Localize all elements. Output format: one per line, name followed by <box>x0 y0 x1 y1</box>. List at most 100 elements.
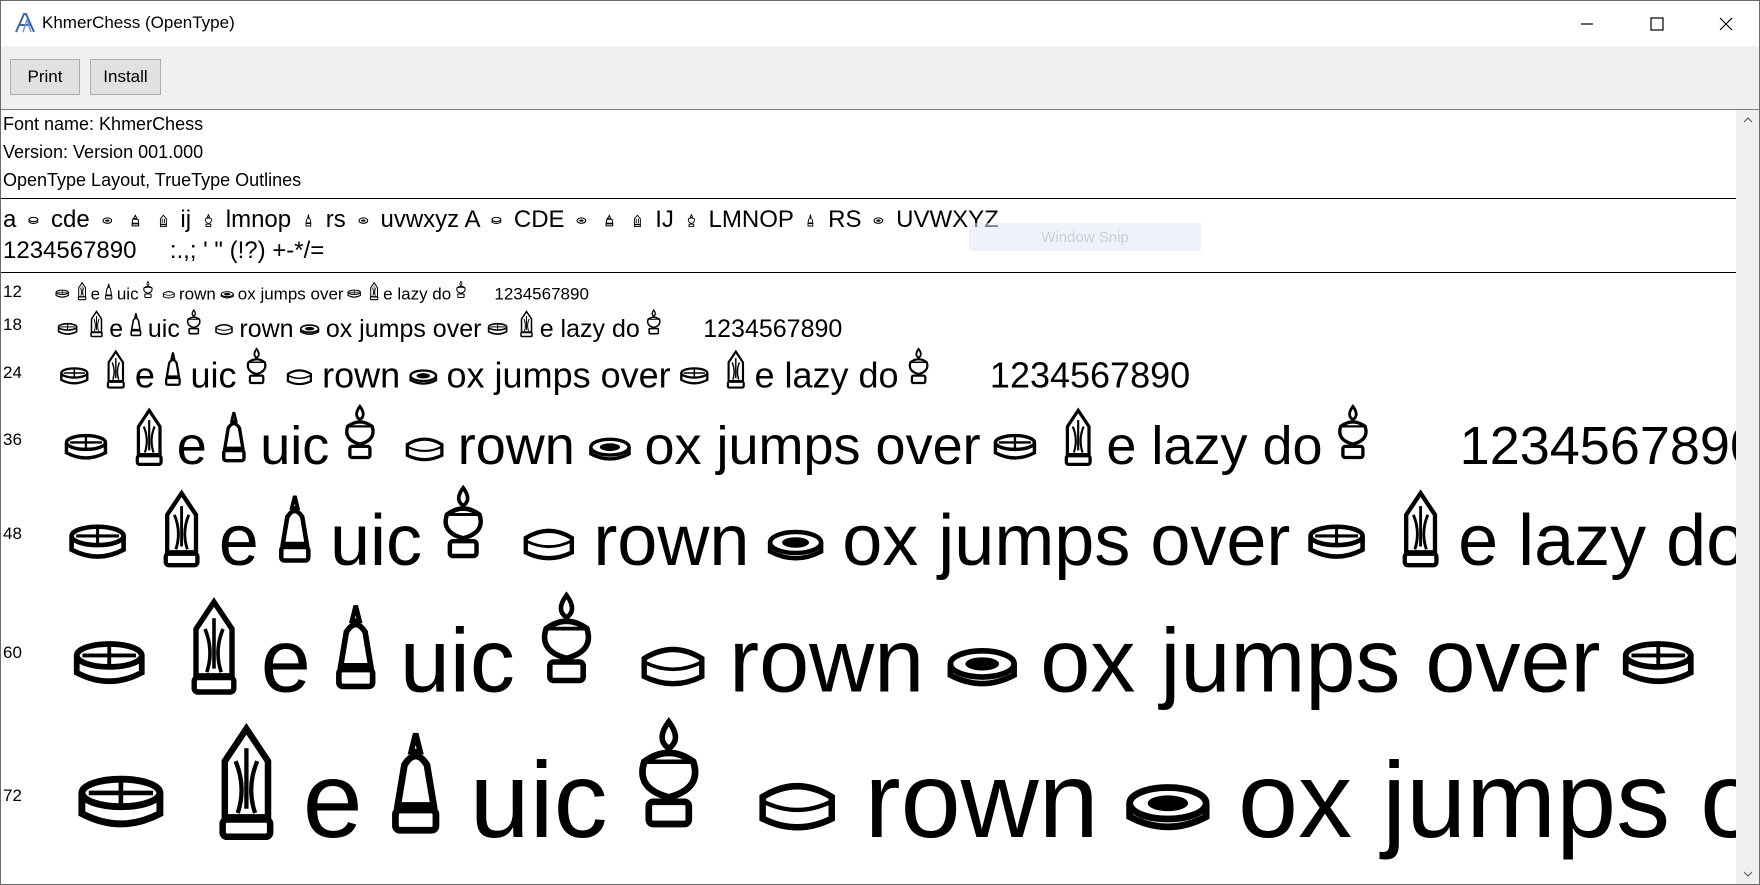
piece-glyph-icon <box>358 214 369 227</box>
piece-glyph-icon <box>160 486 203 572</box>
piece-glyph-icon <box>55 289 69 299</box>
sample-text: rown <box>457 416 575 477</box>
piece-glyph-icon <box>303 214 314 227</box>
piece-glyph-icon <box>386 729 445 837</box>
piece-glyph-icon <box>104 283 113 300</box>
size-label: 12 <box>3 282 22 301</box>
size-label: 18 <box>3 315 22 334</box>
piece-glyph-icon <box>1334 402 1372 464</box>
piece-glyph-icon <box>519 309 534 339</box>
piece-glyph-icon <box>67 522 128 565</box>
piece-glyph-icon <box>632 214 643 227</box>
print-button[interactable]: Print <box>10 59 80 95</box>
piece-glyph-icon <box>158 214 169 227</box>
charset-text: ij <box>180 206 192 233</box>
piece-glyph-icon <box>1306 522 1367 565</box>
charset-text: CDE <box>513 206 565 233</box>
piece-glyph-icon <box>906 346 931 387</box>
sample-text: ox jumps over <box>1238 739 1736 861</box>
piece-glyph-icon <box>244 346 269 387</box>
piece-glyph-icon <box>805 214 816 227</box>
piece-glyph-icon <box>403 431 446 464</box>
sample-text: e <box>109 314 124 343</box>
sample-text: uic <box>116 284 139 304</box>
sample-row: euicrownox jumps overe lazy do1234567890 <box>51 346 1190 393</box>
piece-glyph-icon <box>59 366 90 388</box>
sample-text: uic <box>399 611 515 712</box>
sample-text: rown <box>729 611 925 712</box>
piece-glyph-icon <box>408 369 439 387</box>
sample-row: euicrownox jumps overe lazy do1234567890 <box>51 280 589 303</box>
size-label: 48 <box>3 524 22 543</box>
piece-glyph-icon <box>369 281 379 301</box>
scroll-up-button[interactable] <box>1736 110 1759 130</box>
piece-glyph-icon <box>631 713 707 837</box>
sample-text: e <box>176 416 207 477</box>
minimize-button[interactable] <box>1552 1 1622 46</box>
piece-glyph-icon <box>203 213 214 227</box>
charset-text: IJ <box>655 206 674 233</box>
font-preview-area: Font name: KhmerChess Version: Version 0… <box>1 110 1736 884</box>
charset-line-2: 1234567890 :.,; ' " (!?) +-*/= <box>3 237 325 264</box>
title-bar: KhmerChess (OpenType) <box>1 1 1759 46</box>
sample-text: ox jumps over <box>237 284 344 304</box>
piece-glyph-icon <box>679 366 710 388</box>
piece-glyph-icon <box>214 321 234 337</box>
scroll-down-button[interactable] <box>1736 864 1759 884</box>
piece-glyph-icon <box>520 520 578 565</box>
charset-text: cde <box>51 206 90 233</box>
size-label: 36 <box>3 430 22 449</box>
piece-glyph-icon <box>130 214 141 227</box>
piece-glyph-icon <box>341 402 379 464</box>
minimize-icon <box>1581 22 1593 25</box>
sample-text: uic <box>469 739 608 861</box>
piece-glyph-icon <box>299 324 320 337</box>
sample-text: e lazy do <box>1458 500 1736 581</box>
piece-glyph-icon <box>71 638 148 692</box>
piece-glyph-icon <box>77 281 87 301</box>
install-button[interactable]: Install <box>90 59 161 95</box>
charset-text: lmnop <box>225 206 292 233</box>
scroll-down-icon <box>1743 871 1752 877</box>
font-viewer-window: KhmerChess (OpenType) Print Install Font… <box>0 0 1760 885</box>
close-icon <box>1719 17 1733 30</box>
sample-row: euicrownox jumps overe lazy do1234567890 <box>51 588 1736 707</box>
piece-glyph-icon <box>944 647 1021 692</box>
piece-glyph-icon <box>587 437 633 464</box>
sample-text: e lazy do <box>754 354 899 396</box>
piece-glyph-icon <box>102 214 113 227</box>
piece-glyph-icon <box>455 280 467 300</box>
piece-glyph-icon <box>142 280 154 300</box>
charset-text: rs <box>325 206 346 233</box>
size-label: 72 <box>3 786 22 805</box>
sample-text: rown <box>593 500 750 581</box>
piece-glyph-icon <box>185 308 203 337</box>
sample-text: uic <box>260 416 330 477</box>
charset-text: uvwxyz A <box>380 206 480 233</box>
sample-text: 1234567890 <box>1459 416 1736 477</box>
scroll-up-icon <box>1743 117 1752 123</box>
piece-glyph-icon <box>133 405 165 470</box>
sample-text: ox jumps over <box>446 354 671 396</box>
piece-glyph-icon <box>576 214 587 227</box>
font-name-text: Font name: KhmerChess <box>3 114 204 134</box>
piece-glyph-icon <box>438 482 488 565</box>
divider <box>1 198 1736 199</box>
maximize-button[interactable] <box>1622 1 1692 46</box>
size-label: 24 <box>3 363 22 382</box>
sample-text: e <box>90 284 101 304</box>
sample-text: rown <box>322 354 401 396</box>
piece-glyph-icon <box>57 322 78 337</box>
toolbar: Print Install <box>1 46 1759 110</box>
piece-glyph-icon <box>75 772 167 837</box>
piece-glyph-icon <box>873 214 884 227</box>
piece-glyph-icon <box>487 322 508 337</box>
sample-text: rown <box>864 739 1099 861</box>
sample-text: e <box>260 611 311 712</box>
piece-glyph-icon <box>347 289 362 299</box>
piece-glyph-icon <box>1062 405 1094 470</box>
vertical-scrollbar[interactable] <box>1736 110 1759 884</box>
piece-glyph-icon <box>645 308 663 337</box>
close-button[interactable] <box>1691 1 1759 46</box>
piece-glyph-icon <box>275 493 315 565</box>
